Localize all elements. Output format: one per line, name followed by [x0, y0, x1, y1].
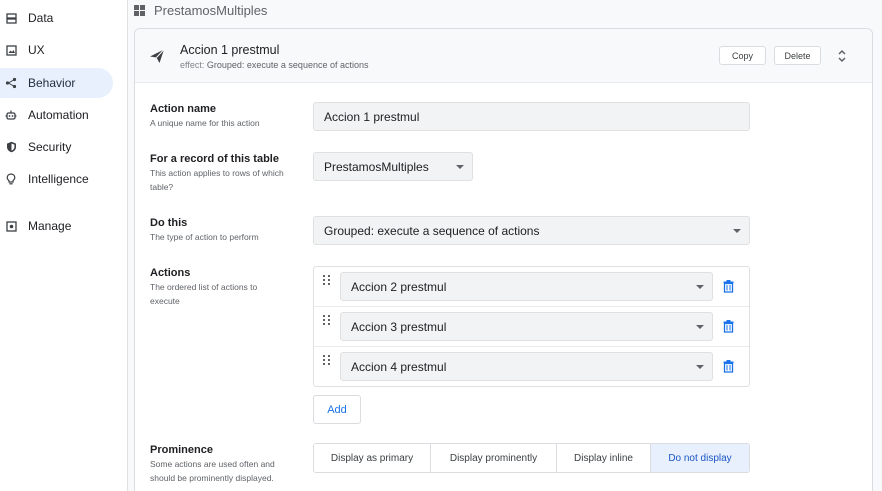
do-this-select[interactable]: Grouped: execute a sequence of actions — [313, 216, 750, 245]
action-title: Accion 1 prestmul — [180, 43, 280, 57]
expand-collapse-icon[interactable] — [836, 48, 848, 64]
table-title-label: PrestamosMultiples — [154, 3, 268, 18]
list-item: Accion 3 prestmul — [314, 307, 749, 347]
drag-handle-icon[interactable] — [323, 275, 330, 286]
ux-icon — [5, 44, 17, 56]
prominence-option-do-not-display[interactable]: Do not display — [651, 444, 749, 472]
prominence-help: Some actions are used often and should b… — [150, 459, 275, 483]
lightbulb-icon — [5, 173, 17, 185]
record-table-select[interactable]: PrestamosMultiples — [313, 152, 473, 181]
send-icon — [149, 48, 165, 64]
data-icon — [5, 12, 17, 24]
chevron-down-icon — [696, 325, 704, 329]
action-name-label: Action name — [150, 103, 217, 115]
table-icon — [134, 5, 145, 16]
action-effect: effect: Grouped: execute a sequence of a… — [180, 60, 368, 70]
chevron-down-icon — [696, 285, 704, 289]
record-table-value: PrestamosMultiples — [324, 159, 429, 174]
manage-icon — [5, 220, 17, 232]
trash-icon[interactable] — [723, 360, 734, 373]
action-item-value: Accion 3 prestmul — [351, 319, 447, 334]
action-name-help: A unique name for this action — [150, 118, 260, 128]
do-this-help: The type of action to perform — [150, 232, 259, 242]
record-table-help: This action applies to rows of which tab… — [150, 168, 284, 192]
effect-value: Grouped: execute a sequence of actions — [206, 60, 369, 70]
action-name-input[interactable]: Accion 1 prestmul — [313, 102, 750, 131]
actions-help: The ordered list of actions to execute — [150, 282, 258, 306]
prominence-option-primary[interactable]: Display as primary — [314, 444, 431, 472]
chevron-down-icon — [456, 165, 464, 169]
prominence-label: Prominence — [150, 444, 213, 456]
sidebar-item-label: Automation — [28, 108, 89, 122]
sidebar-item-intelligence[interactable]: Intelligence — [0, 164, 113, 194]
sidebar-item-label: Intelligence — [28, 172, 89, 186]
behavior-icon — [5, 77, 17, 89]
actions-list: Accion 2 prestmul Accion 3 prestmul Acci… — [313, 266, 750, 387]
actions-label: Actions — [150, 267, 191, 279]
list-item: Accion 2 prestmul — [314, 267, 749, 307]
sidebar-item-behavior[interactable]: Behavior — [0, 68, 113, 98]
effect-prefix: effect: — [180, 60, 205, 70]
action-card-header[interactable]: Accion 1 prestmul effect: Grouped: execu… — [135, 29, 872, 83]
action-item-select[interactable]: Accion 2 prestmul — [340, 272, 713, 301]
delete-button[interactable]: Delete — [774, 46, 821, 65]
sidebar-item-manage[interactable]: Manage — [0, 211, 113, 241]
action-item-value: Accion 4 prestmul — [351, 359, 447, 374]
sidebar-item-data[interactable]: Data — [0, 3, 113, 33]
sidebar-item-label: Data — [28, 11, 54, 25]
prominence-options: Display as primary Display prominently D… — [313, 443, 750, 473]
main-content: PrestamosMultiples Accion 1 prestmul eff… — [128, 0, 882, 491]
sidebar-item-ux[interactable]: UX — [0, 35, 113, 65]
table-title: PrestamosMultiples — [134, 3, 267, 18]
chevron-down-icon — [733, 229, 741, 233]
trash-icon[interactable] — [723, 280, 734, 293]
sidebar-item-label: Manage — [28, 219, 72, 233]
sidebar-item-label: UX — [28, 43, 45, 57]
automation-icon — [5, 109, 17, 121]
do-this-value: Grouped: execute a sequence of actions — [324, 223, 540, 238]
sidebar-item-automation[interactable]: Automation — [0, 100, 113, 130]
prominence-option-prominently[interactable]: Display prominently — [431, 444, 557, 472]
action-item-value: Accion 2 prestmul — [351, 279, 447, 294]
add-action-button[interactable]: Add — [313, 395, 361, 424]
chevron-down-icon — [696, 365, 704, 369]
drag-handle-icon[interactable] — [323, 315, 330, 326]
record-table-label: For a record of this table — [150, 153, 279, 165]
sidebar-item-label: Behavior — [28, 76, 76, 90]
drag-handle-icon[interactable] — [323, 355, 330, 366]
shield-icon — [5, 141, 17, 153]
list-item: Accion 4 prestmul — [314, 347, 749, 387]
action-item-select[interactable]: Accion 4 prestmul — [340, 352, 713, 381]
copy-button[interactable]: Copy — [719, 46, 766, 65]
action-card: Accion 1 prestmul effect: Grouped: execu… — [134, 28, 873, 491]
sidebar: Data UX Behavior Automation Security Int… — [0, 0, 128, 491]
sidebar-item-label: Security — [28, 140, 72, 154]
action-item-select[interactable]: Accion 3 prestmul — [340, 312, 713, 341]
prominence-option-inline[interactable]: Display inline — [557, 444, 651, 472]
do-this-label: Do this — [150, 217, 188, 229]
sidebar-item-security[interactable]: Security — [0, 132, 113, 162]
trash-icon[interactable] — [723, 320, 734, 333]
